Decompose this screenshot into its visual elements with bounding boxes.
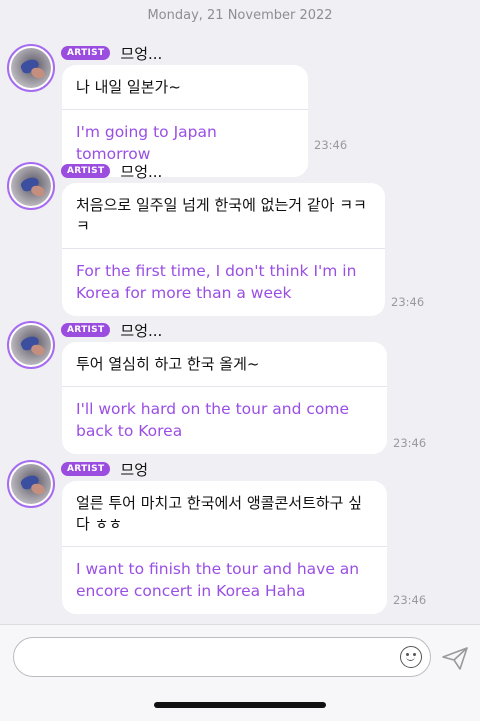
- message-bubble[interactable]: 처음으로 일주일 넘게 한국에 없는거 같아 ㅋㅋㅋ For the first…: [62, 183, 385, 316]
- bubble-divider: [62, 109, 308, 110]
- message-input[interactable]: [13, 637, 431, 677]
- message-bubble[interactable]: 나 내일 일본가~ I'm going to Japan tomorrow: [62, 65, 308, 177]
- translated-text: I'll work hard on the tour and come back…: [76, 400, 350, 440]
- artist-badge: ARTIST: [61, 46, 111, 60]
- sender-row: ARTIST 므엉: [61, 460, 149, 479]
- message-bubble[interactable]: 투어 열심히 하고 한국 올게~ I'll work hard on the t…: [62, 342, 387, 454]
- message-time: 23:46: [393, 436, 427, 450]
- translated-text: For the first time, I don't think I'm in…: [76, 262, 357, 302]
- message-time: 23:46: [393, 593, 427, 607]
- sender-name: 므엉...: [120, 162, 163, 181]
- bubble-divider: [62, 386, 387, 387]
- original-text: 얼른 투어 마치고 한국에서 앵콜콘서트하구 싶다 ㅎㅎ: [76, 494, 363, 533]
- translated-text: I want to finish the tour and have an en…: [76, 560, 360, 600]
- sender-row: ARTIST 므엉...: [61, 44, 163, 63]
- emoji-icon[interactable]: [400, 646, 422, 668]
- sender-name: 므엉...: [120, 321, 163, 340]
- sender-name: 므엉...: [120, 44, 163, 63]
- home-indicator: [154, 702, 326, 708]
- sender-name: 므엉: [120, 460, 149, 479]
- date-separator: Monday, 21 November 2022: [0, 0, 480, 30]
- bubble-divider: [62, 546, 387, 547]
- original-text: 처음으로 일주일 넘게 한국에 없는거 같아 ㅋㅋㅋ: [76, 196, 367, 235]
- avatar[interactable]: [7, 321, 55, 369]
- date-label: Monday, 21 November 2022: [147, 7, 333, 23]
- sender-row: ARTIST 므엉...: [61, 162, 163, 181]
- sender-row: ARTIST 므엉...: [61, 321, 163, 340]
- send-icon[interactable]: [440, 643, 470, 673]
- message-bubble[interactable]: 얼른 투어 마치고 한국에서 앵콜콘서트하구 싶다 ㅎㅎ I want to f…: [62, 481, 387, 614]
- message-time: 23:46: [391, 295, 425, 309]
- original-text: 나 내일 일본가~: [76, 78, 181, 96]
- avatar[interactable]: [7, 162, 55, 210]
- avatar[interactable]: [7, 460, 55, 508]
- avatar[interactable]: [7, 44, 55, 92]
- message-time: 23:46: [314, 138, 348, 152]
- translated-text: I'm going to Japan tomorrow: [76, 123, 217, 163]
- bubble-divider: [62, 248, 385, 249]
- artist-badge: ARTIST: [61, 323, 111, 337]
- artist-badge: ARTIST: [61, 164, 111, 178]
- artist-badge: ARTIST: [61, 462, 111, 476]
- original-text: 투어 열심히 하고 한국 올게~: [76, 355, 260, 373]
